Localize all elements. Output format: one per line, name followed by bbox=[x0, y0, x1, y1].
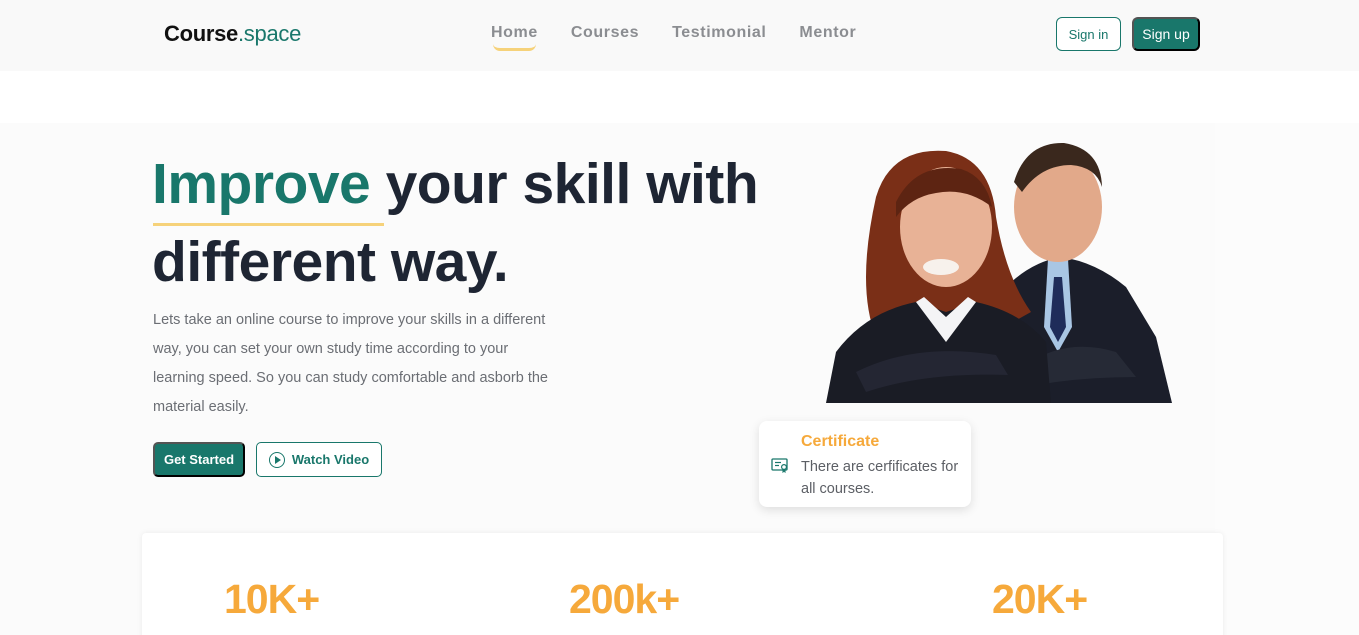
nav-item-mentor[interactable]: Mentor bbox=[799, 24, 856, 42]
sign-in-button[interactable]: Sign in bbox=[1056, 17, 1121, 51]
certificate-title: Certificate bbox=[801, 433, 880, 450]
stat-value: 10K+ bbox=[224, 576, 320, 622]
nav-item-courses[interactable]: Courses bbox=[571, 24, 639, 42]
stat-value: 200k+ bbox=[569, 576, 680, 622]
stat-value: 20K+ bbox=[992, 576, 1088, 622]
brand-name-part2: .space bbox=[238, 21, 302, 46]
play-circle-icon bbox=[268, 451, 285, 468]
nav-item-testimonial[interactable]: Testimonial bbox=[672, 24, 766, 42]
hero-title-rest: your skill with bbox=[385, 152, 759, 216]
certificate-card: Certificate There are cerfificates for a… bbox=[759, 421, 971, 507]
hero-title-accent: Improve bbox=[152, 145, 385, 226]
hero-description: Lets take an online course to improve yo… bbox=[153, 312, 548, 415]
navbar: Course.space Home Courses Testimonial Me… bbox=[0, 0, 1359, 71]
stats-section: 10K+ 200k+ 20K+ bbox=[142, 533, 1223, 635]
main-menu: Home Courses Testimonial Mentor bbox=[491, 24, 856, 51]
certificate-icon bbox=[771, 458, 788, 473]
get-started-button[interactable]: Get Started bbox=[153, 442, 245, 477]
certificate-text: There are cerfificates for all courses. bbox=[801, 459, 959, 497]
hero-title-line2: different way. bbox=[152, 230, 509, 294]
hero-background-panel bbox=[1215, 123, 1359, 635]
hero-people-photo bbox=[796, 137, 1172, 403]
brand-name-part1: Course bbox=[164, 21, 238, 46]
sign-up-button[interactable]: Sign up bbox=[1132, 17, 1200, 51]
nav-item-home[interactable]: Home bbox=[491, 24, 538, 51]
watch-video-button[interactable]: Watch Video bbox=[256, 442, 382, 477]
brand-logo[interactable]: Course.space bbox=[164, 21, 301, 47]
watch-video-label: Watch Video bbox=[291, 452, 370, 467]
hero-title: Improve your skill with different way. bbox=[152, 145, 759, 301]
